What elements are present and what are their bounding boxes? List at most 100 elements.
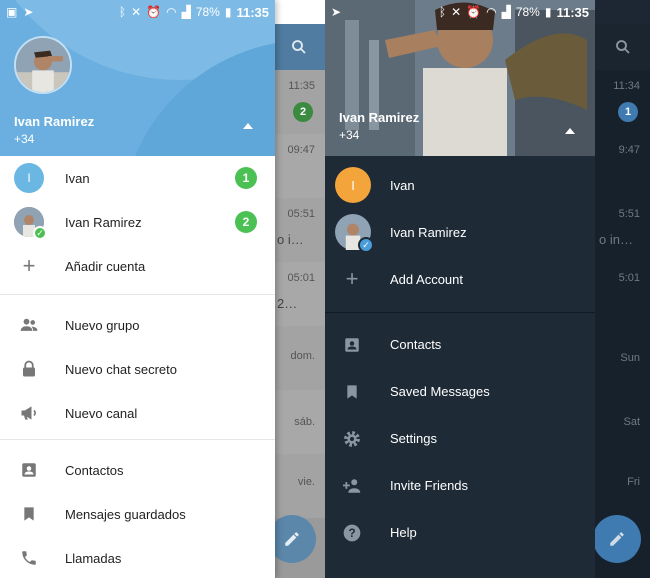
menu-item-saved-messages[interactable]: Mensajes guardados — [0, 492, 275, 536]
add-person-icon — [341, 477, 363, 495]
menu-item-label: Help — [390, 525, 417, 540]
account-unread-badge: 2 — [235, 211, 257, 233]
menu-item-label: Settings — [390, 431, 437, 446]
menu-item-label: Mensajes guardados — [65, 506, 186, 522]
add-account-button[interactable]: + Añadir cuenta — [0, 244, 275, 288]
menu-item-new-secret-chat[interactable]: Nuevo chat secreto — [0, 347, 275, 391]
menu-item-help[interactable]: ? Help — [325, 509, 595, 556]
alarm-icon: ⏰ — [466, 5, 482, 19]
chat-row[interactable]: Sat — [595, 390, 650, 454]
account-name: Ivan — [390, 177, 415, 193]
chat-time: 5:51 — [618, 208, 640, 220]
profile-avatar[interactable] — [14, 36, 72, 94]
lock-icon — [20, 359, 38, 379]
chat-list-background: 11:35 2 09:47 05:51 o i… 05:01 2… dom. s… — [273, 24, 325, 578]
chat-row[interactable]: Sun — [595, 326, 650, 390]
alarm-icon: ⏰ — [146, 5, 162, 19]
menu-item-saved-messages[interactable]: Saved Messages — [325, 368, 595, 415]
chat-row[interactable]: dom. — [273, 326, 325, 390]
plus-icon: + — [22, 253, 36, 278]
navigation-drawer: ➤ ᛒ ✕ ⏰ ◠ ▟ 78% ▮ 11:35 Ivan Ramirez +34 — [325, 0, 595, 578]
add-account-label: Add Account — [390, 271, 463, 287]
menu-item-contacts[interactable]: Contactos — [0, 448, 275, 492]
plus-icon: + — [345, 266, 359, 291]
menu-item-calls[interactable]: Llamadas — [0, 536, 275, 578]
compose-fab[interactable] — [593, 515, 641, 563]
menu-item-invite-friends[interactable]: Invite Friends — [325, 462, 595, 509]
chat-snippet: o in… — [599, 232, 633, 247]
menu-item-label: Llamadas — [65, 550, 122, 566]
account-unread-badge: 1 — [235, 167, 257, 189]
profile-phone: +34 — [339, 128, 360, 142]
battery-percent: 78% — [515, 5, 540, 19]
gear-icon — [342, 429, 362, 449]
chat-row[interactable]: Fri — [595, 454, 650, 518]
bookmark-icon — [344, 383, 360, 401]
search-icon[interactable] — [273, 24, 325, 70]
chat-time: dom. — [290, 350, 315, 362]
svg-text:?: ? — [348, 527, 355, 540]
battery-percent: 78% — [195, 5, 220, 19]
light-theme-screen: 11:35 2 09:47 05:51 o i… 05:01 2… dom. s… — [0, 0, 325, 578]
account-item-ivan-ramirez[interactable]: ✓ Ivan Ramirez — [325, 208, 595, 256]
chat-list-background: 11:34 1 9:47 5:51 o in… 5:01 Sun Sat Fri — [595, 24, 650, 578]
menu-item-new-group[interactable]: Nuevo grupo — [0, 303, 275, 347]
telegram-notification-icon: ➤ — [23, 5, 34, 19]
menu-item-label: Nuevo grupo — [65, 317, 140, 333]
bluetooth-icon: ᛒ — [438, 5, 447, 19]
avatar-initial: I — [27, 171, 31, 185]
chat-time: 05:51 — [287, 208, 315, 220]
menu-item-label: Contactos — [65, 462, 124, 478]
accounts-toggle-arrow-icon[interactable] — [243, 123, 253, 129]
avatar-initial: I — [351, 177, 355, 193]
account-item-ivan[interactable]: I Ivan — [325, 162, 595, 208]
clock: 11:35 — [236, 4, 269, 20]
add-account-label: Añadir cuenta — [65, 258, 146, 274]
menu-item-settings[interactable]: Settings — [325, 415, 595, 462]
chat-row[interactable]: 5:01 — [595, 262, 650, 326]
drawer-header: ▣ ➤ ᛒ ✕ ⏰ ◠ ▟ 78% ▮ 11:35 Ivan Ramirez +… — [0, 0, 275, 156]
chat-time: Sat — [623, 416, 640, 428]
chat-time: 11:35 — [288, 80, 315, 92]
contacts-icon — [20, 461, 38, 479]
chat-row[interactable]: 11:34 1 — [595, 70, 650, 134]
chat-row[interactable]: 05:51 o i… — [273, 198, 325, 262]
chat-row[interactable]: 11:35 2 — [273, 70, 325, 134]
chat-time: 11:34 — [613, 80, 640, 92]
chat-time: sáb. — [294, 416, 315, 428]
chat-row[interactable]: 5:51 o in… — [595, 198, 650, 262]
chat-row[interactable]: 05:01 2… — [273, 262, 325, 326]
add-account-button[interactable]: + Add Account — [325, 256, 595, 302]
chat-time: 09:47 — [287, 144, 315, 156]
chat-snippet: 2… — [277, 296, 298, 311]
drawer-header: ➤ ᛒ ✕ ⏰ ◠ ▟ 78% ▮ 11:35 Ivan Ramirez +34 — [325, 0, 595, 156]
help-icon: ? — [342, 523, 362, 543]
chat-row[interactable]: vie. — [273, 454, 325, 518]
chat-row[interactable]: 9:47 — [595, 134, 650, 198]
search-icon[interactable] — [595, 24, 650, 70]
menu-item-new-channel[interactable]: Nuevo canal — [0, 391, 275, 435]
account-avatar: ✓ — [335, 214, 374, 253]
chat-row[interactable]: sáb. — [273, 390, 325, 454]
mute-icon: ✕ — [451, 5, 462, 19]
account-item-ivan-ramirez[interactable]: ✓ Ivan Ramirez 2 — [0, 200, 275, 244]
menu-item-label: Nuevo canal — [65, 405, 138, 421]
dark-theme-screen: 11:34 1 9:47 5:51 o in… 5:01 Sun Sat Fri — [325, 0, 650, 578]
account-name: Ivan Ramirez — [65, 214, 142, 230]
mute-icon: ✕ — [131, 5, 142, 19]
account-avatar: ✓ — [14, 207, 47, 240]
telegram-notification-icon: ➤ — [331, 5, 342, 19]
menu-item-contacts[interactable]: Contacts — [325, 321, 595, 368]
compose-fab[interactable] — [268, 515, 316, 563]
chat-time: vie. — [297, 476, 315, 488]
drawer-menu: I Ivan 1 ✓ Ivan Ramirez 2 + Añadir cuent… — [0, 156, 275, 578]
chat-row[interactable]: 09:47 — [273, 134, 325, 198]
wifi-icon: ◠ — [486, 5, 497, 19]
profile-phone: +34 — [14, 132, 35, 146]
clock: 11:35 — [556, 4, 589, 20]
accounts-toggle-arrow-icon[interactable] — [565, 128, 575, 134]
unread-count-badge: 2 — [293, 102, 313, 122]
account-item-ivan[interactable]: I Ivan 1 — [0, 156, 275, 200]
status-bar: ➤ ᛒ ✕ ⏰ ◠ ▟ 78% ▮ 11:35 — [325, 0, 595, 24]
menu-item-label: Contacts — [390, 337, 442, 352]
